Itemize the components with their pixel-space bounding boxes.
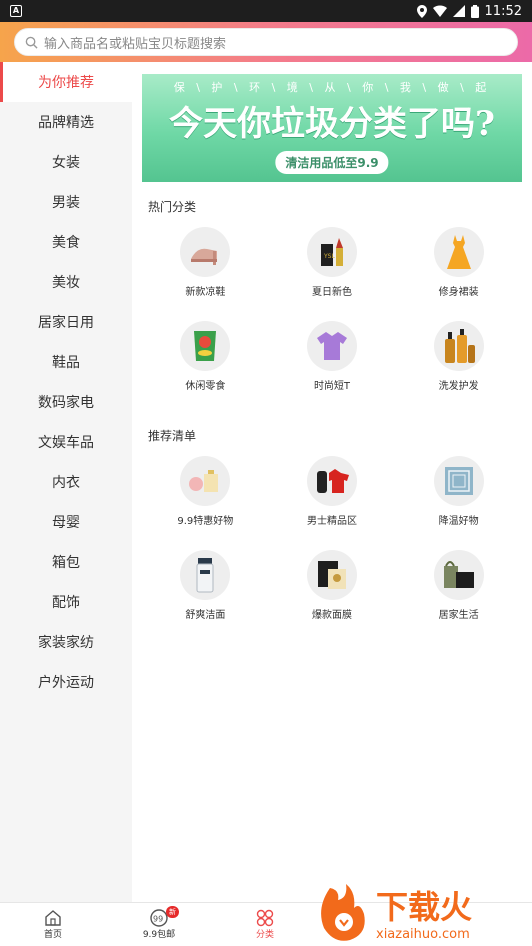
sidebar-item-bags[interactable]: 箱包 <box>0 542 132 582</box>
svg-text:YSL: YSL <box>323 253 335 260</box>
nav-free-shipping-label: 9.9包邮 <box>142 930 176 940</box>
sidebar-item-beauty[interactable]: 美妆 <box>0 262 132 302</box>
category-item[interactable]: 居家生活 <box>395 546 522 640</box>
sidebar-item-underwear[interactable]: 内衣 <box>0 462 132 502</box>
category-item[interactable]: 爆款面膜 <box>269 546 396 640</box>
category-item[interactable]: 休闲零食 <box>142 317 269 411</box>
hot-categories-title: 热门分类 <box>148 200 197 214</box>
category-label: 夏日新色 <box>311 287 352 298</box>
search-input[interactable]: 输入商品名或粘贴宝贝标题搜索 <box>14 28 518 56</box>
category-item[interactable]: 9.9特惠好物 <box>142 452 269 546</box>
sidebar-item-entertainment-auto[interactable]: 文娱车品 <box>0 422 132 462</box>
nav-category-label: 分类 <box>255 930 274 940</box>
lipstick-icon: YSL <box>306 227 357 277</box>
search-placeholder: 输入商品名或粘贴宝贝标题搜索 <box>44 36 227 52</box>
recommend-list-title: 推荐清单 <box>148 429 197 443</box>
shampoo-icon <box>433 321 484 371</box>
category-label: 洗发护发 <box>438 381 479 392</box>
category-label: 舒爽洁面 <box>185 610 226 621</box>
sidebar-item-baby[interactable]: 母婴 <box>0 502 132 542</box>
svg-text:99: 99 <box>153 915 163 924</box>
status-bar: A 11:52 <box>0 0 532 22</box>
category-label: 时尚短T <box>313 381 351 392</box>
svg-text:下载火: 下载火 <box>376 888 472 926</box>
app-notification-icon: A <box>10 5 22 17</box>
category-label: 修身裙装 <box>438 287 479 298</box>
sidebar-item-household[interactable]: 居家日用 <box>0 302 132 342</box>
category-item[interactable]: 男士精品区 <box>269 452 396 546</box>
category-item[interactable]: 降温好物 <box>395 452 522 546</box>
location-icon <box>416 4 427 18</box>
sidebar-item-brands[interactable]: 品牌精选 <box>0 102 132 142</box>
nav-home[interactable]: 首页 <box>0 903 106 946</box>
shaver-icon <box>306 456 357 506</box>
category-label: 居家生活 <box>438 610 479 621</box>
sidebar-item-women[interactable]: 女装 <box>0 142 132 182</box>
category-sidebar: 为你推荐 品牌精选 女装 男装 美食 美妆 居家日用 鞋品 数码家电 文娱车品 … <box>0 62 132 902</box>
nav-category[interactable]: 分类 <box>212 903 318 946</box>
category-item[interactable]: 修身裙装 <box>395 223 522 317</box>
sidebar-item-home-textiles[interactable]: 家装家纺 <box>0 622 132 662</box>
category-label: 降温好物 <box>438 516 479 527</box>
category-item[interactable]: 洗发护发 <box>395 317 522 411</box>
search-header: 输入商品名或粘贴宝贝标题搜索 <box>0 22 532 62</box>
category-label: 男士精品区 <box>306 516 357 527</box>
home-icon <box>45 910 61 926</box>
sandal-icon <box>180 227 231 277</box>
search-icon <box>25 36 38 49</box>
category-label: 爆款面膜 <box>311 610 352 621</box>
category-icon <box>256 909 274 927</box>
category-item[interactable]: 时尚短T <box>269 317 396 411</box>
chips-icon <box>180 321 231 371</box>
sidebar-item-men[interactable]: 男装 <box>0 182 132 222</box>
nav-home-label: 首页 <box>43 930 62 940</box>
nav-free-shipping[interactable]: 99 新 9.9包邮 <box>106 903 212 946</box>
banner-headline: 今天你垃圾分类了吗? <box>169 104 495 144</box>
signal-icon <box>452 5 465 17</box>
recommend-list-grid: 9.9特惠好物 男士精品区 降温好物 舒爽洁面 爆款面膜 居家生活 <box>142 452 522 640</box>
cleanser-icon <box>180 550 231 600</box>
svg-text:xiazaihuo.com: xiazaihuo.com <box>376 927 470 942</box>
promo-banner[interactable]: 保 \ 护 \ 环 \ 境 \ 从 \ 你 \ 我 \ 做 \ 起 今天你垃圾分… <box>142 74 522 182</box>
category-item[interactable]: YSL 夏日新色 <box>269 223 396 317</box>
category-item[interactable]: 舒爽洁面 <box>142 546 269 640</box>
battery-icon <box>470 4 479 18</box>
gift-icon <box>180 456 231 506</box>
sidebar-item-food[interactable]: 美食 <box>0 222 132 262</box>
dress-icon <box>433 227 484 277</box>
cooling-mat-icon <box>433 456 484 506</box>
tshirt-icon <box>306 321 357 371</box>
watermark-logo: 下载火 xiazaihuo.com <box>321 884 472 942</box>
sidebar-item-recommend[interactable]: 为你推荐 <box>0 62 132 102</box>
sidebar-item-shoes[interactable]: 鞋品 <box>0 342 132 382</box>
banner-subline: 保 \ 护 \ 环 \ 境 \ 从 \ 你 \ 我 \ 做 \ 起 <box>173 81 491 94</box>
category-label: 新款凉鞋 <box>185 287 226 298</box>
clock: 11:52 <box>484 3 522 19</box>
wifi-icon <box>432 5 447 17</box>
hot-categories-grid: 新款凉鞋 YSL 夏日新色 修身裙装 休闲零食 时尚短T 洗发护发 <box>142 223 522 411</box>
banner-pill: 清洁用品低至9.9 <box>275 151 389 174</box>
category-content: 保 \ 护 \ 环 \ 境 \ 从 \ 你 \ 我 \ 做 \ 起 今天你垃圾分… <box>132 62 532 902</box>
sidebar-item-electronics[interactable]: 数码家电 <box>0 382 132 422</box>
mask-icon <box>306 550 357 600</box>
sidebar-item-outdoor[interactable]: 户外运动 <box>0 662 132 702</box>
new-badge: 新 <box>166 906 179 918</box>
sidebar-item-accessories[interactable]: 配饰 <box>0 582 132 622</box>
home-goods-icon <box>433 550 484 600</box>
category-item[interactable]: 新款凉鞋 <box>142 223 269 317</box>
category-label: 9.9特惠好物 <box>177 516 234 527</box>
category-label: 休闲零食 <box>185 381 226 392</box>
